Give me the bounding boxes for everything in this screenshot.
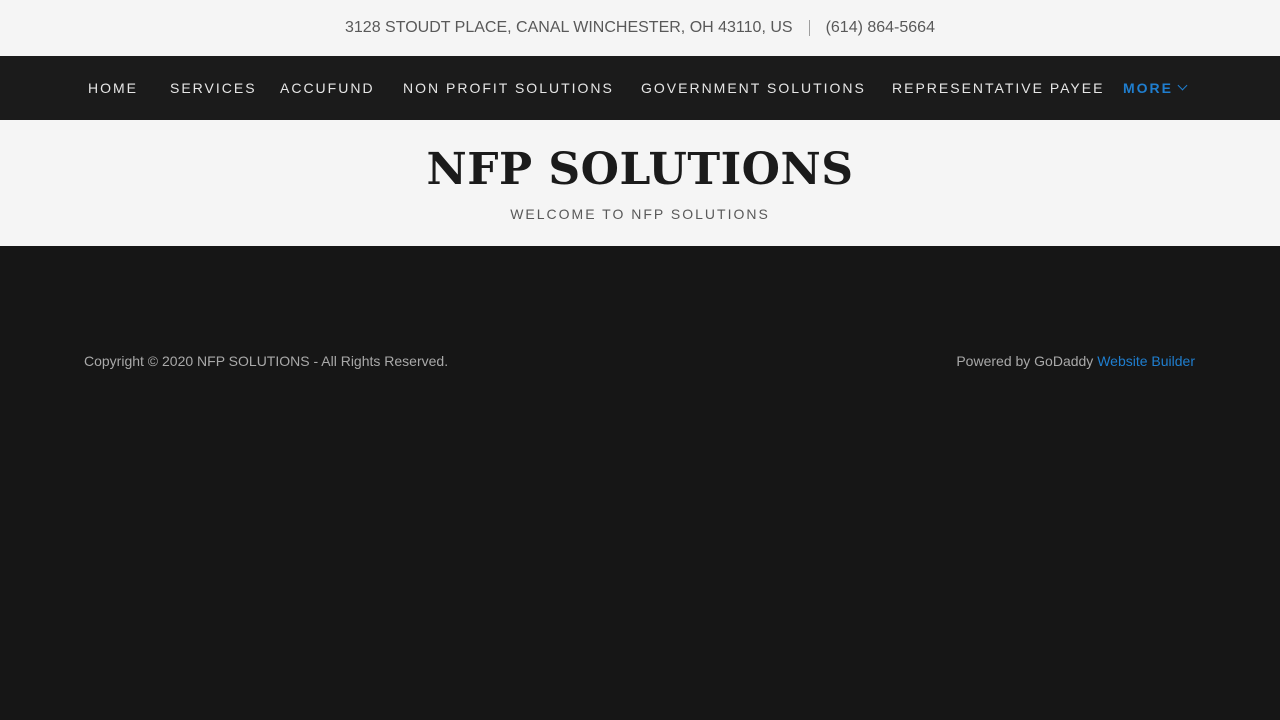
nav-item-more[interactable]: MORE <box>1123 56 1188 120</box>
powered-by-text: Powered by GoDaddy <box>956 353 1094 369</box>
footer: Copyright © 2020 NFP SOLUTIONS - All Rig… <box>0 246 1280 720</box>
nav-more-label: MORE <box>1123 80 1173 96</box>
nav-item-accufund[interactable]: ACCUFUND <box>280 56 375 120</box>
address-text: 3128 STOUDT PLACE, CANAL WINCHESTER, OH … <box>345 19 793 36</box>
chevron-down-icon <box>1177 80 1188 91</box>
nav-item-non-profit-solutions[interactable]: NON PROFIT SOLUTIONS <box>403 56 614 120</box>
tagline: WELCOME TO NFP SOLUTIONS <box>510 206 770 222</box>
nav-item-representative-payee[interactable]: REPRESENTATIVE PAYEE <box>892 56 1104 120</box>
phone-link[interactable]: (614) 864-5664 <box>826 19 935 37</box>
contact-divider <box>808 20 810 36</box>
website-builder-link[interactable]: Website Builder <box>1097 353 1195 369</box>
nav-item-government-solutions[interactable]: GOVERNMENT SOLUTIONS <box>641 56 866 120</box>
main-nav: HOME SERVICES ACCUFUND NON PROFIT SOLUTI… <box>0 56 1280 120</box>
copyright-text: Copyright © 2020 NFP SOLUTIONS - All Rig… <box>84 353 449 369</box>
site-title: NFP SOLUTIONS <box>426 144 854 195</box>
hero-section: NFP SOLUTIONS WELCOME TO NFP SOLUTIONS <box>0 120 1280 246</box>
powered-by: Powered by GoDaddy Website Builder <box>956 353 1195 369</box>
contact-bar: 3128 STOUDT PLACE, CANAL WINCHESTER, OH … <box>0 0 1280 56</box>
nav-item-home[interactable]: HOME <box>88 56 138 120</box>
nav-item-services[interactable]: SERVICES <box>170 56 257 120</box>
